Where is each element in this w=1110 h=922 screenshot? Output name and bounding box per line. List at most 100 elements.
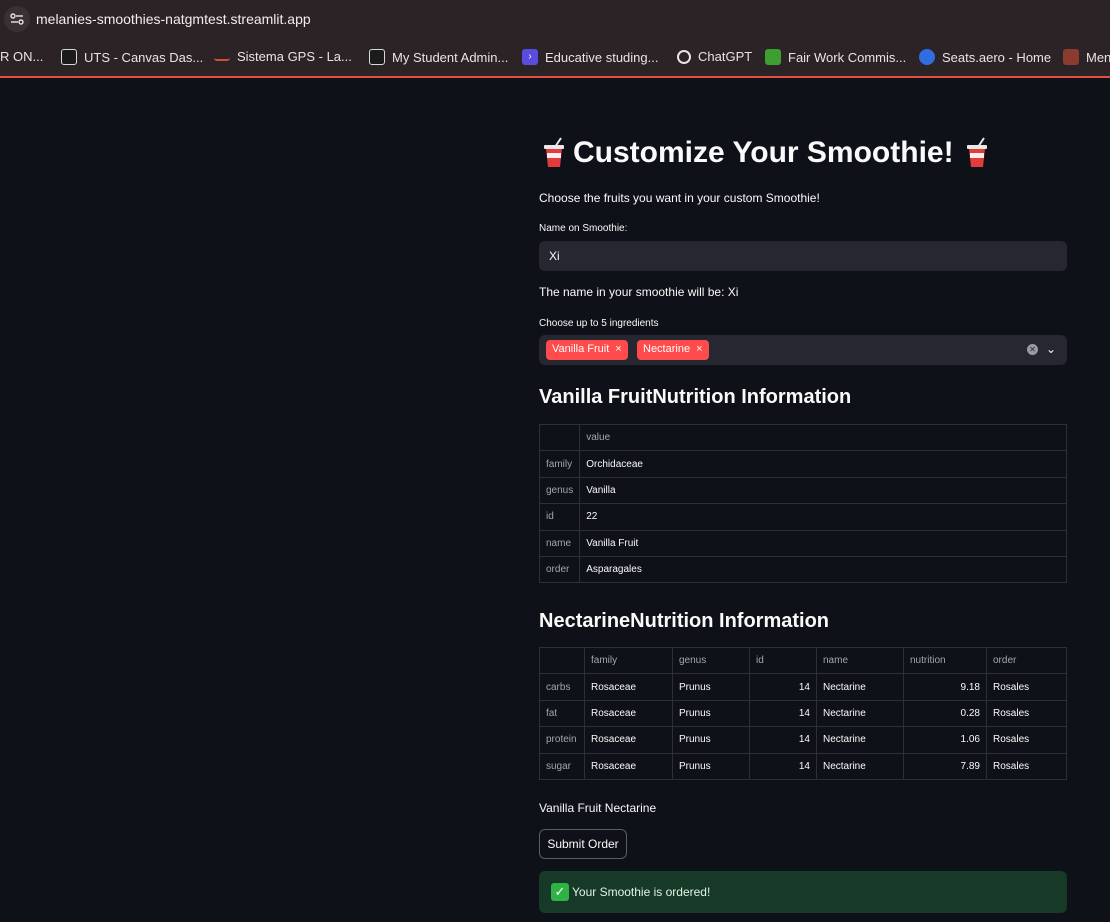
bookmark-seats-aero[interactable]: Seats.aero - Home: [919, 49, 1051, 65]
app-page: Customize Your Smoothie! Choose the frui…: [0, 80, 1110, 922]
table-cell[interactable]: 0.28: [903, 699, 987, 728]
table-cell[interactable]: 14: [749, 752, 817, 780]
column-header[interactable]: id: [749, 646, 817, 675]
table-row: carbs Rosaceae Prunus 14 Nectarine 9.18 Rosale…: [539, 673, 1067, 701]
table-cell[interactable]: Nectarine: [816, 726, 904, 754]
ingredients-label: Choose up to 5 ingredients: [539, 318, 659, 329]
bookmark-label: ChatGPT: [698, 49, 753, 64]
table-cell[interactable]: Rosaceae: [584, 752, 673, 780]
name-input[interactable]: Xi: [539, 241, 1067, 271]
table-cell[interactable]: Rosales: [986, 673, 1067, 701]
table-cell[interactable]: 14: [749, 726, 817, 754]
table-cell[interactable]: 14: [749, 673, 817, 701]
table-cell[interactable]: 22: [579, 503, 1067, 531]
table-cell[interactable]: 1.06: [903, 726, 987, 754]
success-message: Your Smoothie is ordered!: [572, 885, 711, 899]
table-cell[interactable]: Orchidaceae: [579, 450, 1067, 478]
table-cell[interactable]: Prunus: [672, 752, 750, 780]
row-index: fat: [539, 699, 585, 728]
submit-order-button[interactable]: Submit Order: [539, 829, 627, 859]
table-cell[interactable]: Vanilla: [579, 476, 1067, 505]
column-header[interactable]: name: [816, 646, 904, 675]
column-header[interactable]: order: [986, 646, 1067, 675]
table-cell[interactable]: Rosales: [986, 752, 1067, 780]
name-input-value: Xi: [549, 249, 560, 263]
vanilla-nutrition-heading: Vanilla FruitNutrition Information: [539, 386, 852, 408]
table-cell[interactable]: Vanilla Fruit: [579, 529, 1067, 557]
name-input-label: Name on Smoothie:: [539, 223, 628, 234]
table-cell[interactable]: Prunus: [672, 726, 750, 754]
table-row: family Orchidaceae: [538, 450, 1067, 478]
column-header[interactable]: genus: [672, 646, 750, 675]
table-row: genus Vanilla: [538, 476, 1067, 505]
table-cell[interactable]: Asparagales: [579, 555, 1067, 584]
table-cell[interactable]: Prunus: [672, 699, 750, 728]
remove-tag-icon[interactable]: ×: [615, 343, 621, 355]
bookmark-label: My Student Admin...: [392, 49, 509, 65]
table-cell[interactable]: Rosaceae: [584, 673, 673, 701]
gps-icon: [214, 53, 230, 61]
educative-icon: ›: [522, 49, 538, 65]
bookmark-my-student-admin[interactable]: My Student Admin...: [369, 49, 508, 65]
uts-icon: [369, 49, 385, 65]
remove-tag-icon[interactable]: ×: [696, 343, 702, 355]
nectarine-nutrition-heading: NectarineNutrition Information: [539, 610, 830, 632]
name-confirmation: The name in your smoothie will be: Xi: [539, 285, 739, 299]
ingredients-string: Vanilla Fruit Nectarine: [539, 801, 657, 815]
ingredients-multiselect[interactable]: Vanilla Fruit × Nectarine × ✕ ⌄: [539, 335, 1067, 365]
table-cell[interactable]: Prunus: [672, 673, 750, 701]
ingredient-tag[interactable]: Nectarine ×: [637, 340, 709, 360]
bookmark-educative[interactable]: › Educative studing...: [522, 49, 658, 65]
table-cell[interactable]: Nectarine: [816, 699, 904, 728]
bookmark-uts-canvas[interactable]: UTS - Canvas Das...: [61, 49, 203, 65]
table-cell[interactable]: Nectarine: [816, 673, 904, 701]
chevron-down-icon[interactable]: ⌄: [1046, 342, 1056, 356]
table-cell[interactable]: 14: [749, 699, 817, 728]
row-index: protein: [539, 726, 585, 754]
clear-all-icon[interactable]: ✕: [1027, 344, 1038, 355]
column-header[interactable]: family: [584, 646, 673, 675]
ingredient-tag[interactable]: Vanilla Fruit ×: [546, 340, 628, 360]
site-info-icon[interactable]: [4, 6, 30, 32]
bookmark-fair-work[interactable]: Fair Work Commis...: [765, 49, 906, 65]
table-row: id 22: [538, 503, 1067, 531]
table-cell[interactable]: Rosaceae: [584, 699, 673, 728]
table-row: order Asparagales: [538, 555, 1067, 584]
column-header[interactable]: nutrition: [903, 646, 987, 675]
column-header[interactable]: value: [579, 423, 1067, 452]
uts-icon: [61, 49, 77, 65]
row-index: carbs: [539, 673, 585, 701]
index-header: [539, 646, 585, 675]
subtitle: Choose the fruits you want in your custo…: [539, 191, 820, 205]
vanilla-nutrition-table: value family Orchidaceae genus Vanilla id 22 n…: [538, 423, 1067, 584]
ingredient-tag-label: Nectarine: [643, 343, 691, 355]
table-cell[interactable]: Nectarine: [816, 752, 904, 780]
row-index: order: [538, 555, 581, 584]
bookmark-label: Seats.aero - Home: [942, 49, 1052, 65]
table-cell[interactable]: 9.18: [903, 673, 987, 701]
row-index: id: [538, 503, 581, 531]
row-index: family: [538, 450, 581, 478]
title-text: Customize Your Smoothie!: [573, 136, 954, 169]
table-header-row: value: [538, 423, 1067, 452]
table-cell[interactable]: 7.89: [903, 752, 987, 780]
bookmark-r-on[interactable]: R ON...: [0, 49, 43, 64]
bookmark-label: Fair Work Commis...: [788, 49, 907, 65]
row-index: sugar: [539, 752, 585, 780]
table-cell[interactable]: Rosales: [986, 726, 1067, 754]
table-header-row: family genus id name nutrition order: [539, 646, 1067, 675]
ingredient-tag-label: Vanilla Fruit: [552, 343, 610, 355]
cup-with-straw-icon: [541, 137, 567, 169]
page-title: Customize Your Smoothie!: [539, 136, 996, 170]
url-text[interactable]: melanies-smoothies-natgmtest.streamlit.a…: [36, 11, 311, 27]
check-mark-icon: ✓: [551, 883, 569, 901]
bookmark-sistema-gps[interactable]: Sistema GPS - La...: [214, 49, 352, 64]
bookmark-chatgpt[interactable]: ChatGPT: [677, 49, 752, 64]
success-alert: ✓ Your Smoothie is ordered!: [539, 871, 1067, 913]
bookmark-men[interactable]: Men: [1063, 49, 1110, 65]
browser-url-bar: melanies-smoothies-natgmtest.streamlit.a…: [0, 0, 1110, 38]
table-cell[interactable]: Rosaceae: [584, 726, 673, 754]
bookmark-label: Educative studing...: [545, 49, 659, 65]
table-cell[interactable]: Rosales: [986, 699, 1067, 728]
table-row: name Vanilla Fruit: [538, 529, 1067, 557]
